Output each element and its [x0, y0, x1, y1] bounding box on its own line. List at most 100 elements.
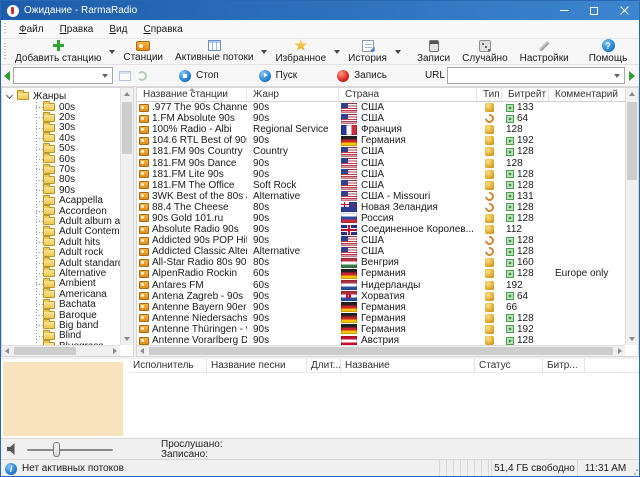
tree-item-genre[interactable]: 70s: [2, 164, 120, 174]
scrollbar-thumb[interactable]: [122, 102, 132, 154]
column-header[interactable]: Название: [341, 359, 475, 372]
play-button[interactable]: Пуск: [251, 68, 305, 84]
next-arrow-icon[interactable]: [629, 71, 635, 81]
column-header[interactable]: Название станции: [137, 88, 247, 101]
scroll-up-icon[interactable]: [629, 92, 635, 96]
record-button[interactable]: Запись: [329, 68, 395, 84]
tree-item-genre[interactable]: Baroque: [2, 310, 120, 320]
scroll-up-icon[interactable]: [124, 92, 130, 96]
station-row[interactable]: 88.4 The Cheese 80s Новая Зеландия 128: [137, 202, 625, 213]
station-row[interactable]: Antenne Bayern 90er ... 90s Германия 66: [137, 302, 625, 313]
tree-item-genre[interactable]: Adult hits: [2, 237, 120, 247]
minimize-button[interactable]: [549, 1, 579, 20]
station-row[interactable]: Antenne Thüringen - 9... 90s Германия 19…: [137, 324, 625, 335]
volume-slider-thumb[interactable]: [53, 442, 60, 457]
tree-item-genre[interactable]: Acappella: [2, 196, 120, 206]
tree-item-genre[interactable]: Big band: [2, 320, 120, 330]
scroll-right-icon[interactable]: [618, 348, 622, 354]
chevron-down-icon[interactable]: [109, 50, 115, 54]
column-header[interactable]: Битр...: [543, 359, 585, 372]
station-row[interactable]: 181.FM The Office Soft Rock США 128: [137, 180, 625, 191]
column-header[interactable]: Тип: [477, 88, 502, 101]
column-header[interactable]: Исполнитель: [129, 359, 207, 372]
toolbar-button[interactable]: История: [342, 39, 393, 65]
tree-item-genre[interactable]: 00s: [2, 102, 120, 112]
station-row[interactable]: 100% Radio - Albi Regional Service Франц…: [137, 124, 625, 135]
toolbar-button[interactable]: Случайно: [456, 39, 514, 65]
tree-item-genre[interactable]: 60s: [2, 154, 120, 164]
speaker-icon[interactable]: [7, 443, 17, 455]
station-combobox[interactable]: [13, 67, 113, 84]
scroll-left-icon[interactable]: [5, 348, 9, 354]
station-row[interactable]: 181.FM 90s Dance 90s США 128: [137, 157, 625, 168]
tree-item-genre[interactable]: Accordeon: [2, 206, 120, 216]
url-combobox[interactable]: [447, 67, 625, 84]
toolbar-button[interactable]: Избранное: [269, 38, 332, 65]
menu-item[interactable]: Справка: [135, 22, 190, 37]
station-row[interactable]: Absolute Radio 90s 90s Соединенное Корол…: [137, 224, 625, 235]
chevron-expanded-icon[interactable]: [6, 91, 13, 98]
previous-arrow-icon[interactable]: [4, 71, 10, 81]
tree-item-genre[interactable]: Americana: [2, 289, 120, 299]
tree-item-genre[interactable]: Adult Contemporary: [2, 227, 120, 237]
station-row[interactable]: Addicted 90s POP Hits 90s США 128: [137, 235, 625, 246]
volume-slider[interactable]: [27, 449, 113, 451]
tree-horizontal-scrollbar[interactable]: [2, 345, 120, 356]
chevron-down-icon[interactable]: [395, 50, 401, 54]
station-row[interactable]: Antenne Vorarlberg Di... 90s Австрия 128: [137, 335, 625, 345]
tree-item-genre[interactable]: 90s: [2, 185, 120, 195]
toolbar-button[interactable]: Добавить станцию: [9, 38, 107, 65]
tree-item-genre[interactable]: Ambient: [2, 279, 120, 289]
toolbar-button[interactable]: ? Помощь: [583, 38, 634, 65]
toolbar-button[interactable]: Записи: [411, 39, 456, 65]
tree-item-genre[interactable]: 20s: [2, 112, 120, 122]
menu-item[interactable]: Вид: [101, 22, 135, 37]
tree-item-genre[interactable]: Adult album alterna: [2, 216, 120, 226]
column-header[interactable]: Жанр: [247, 88, 339, 101]
station-list-icon[interactable]: [119, 71, 131, 81]
stations-horizontal-scrollbar[interactable]: [137, 345, 625, 356]
toolbar-button[interactable]: Остановить все: [633, 38, 640, 65]
tree-item-genre[interactable]: Alternative: [2, 268, 120, 278]
station-row[interactable]: Addicted Classic Altern... Alternative С…: [137, 246, 625, 257]
column-header[interactable]: Битрейт: [502, 88, 549, 101]
chevron-down-icon[interactable]: [261, 50, 267, 54]
station-row[interactable]: 90s Gold 101.ru 90s Россия 128: [137, 213, 625, 224]
station-row[interactable]: Antena Zagreb - 90s 90s Хорватия 64: [137, 291, 625, 302]
tree-item-genre[interactable]: Blind: [2, 331, 120, 341]
station-row[interactable]: .977 The 90s Channel 90s США 133: [137, 102, 625, 113]
menu-item[interactable]: Файл: [11, 22, 52, 37]
scrollbar-thumb[interactable]: [14, 347, 76, 355]
tree-item-genre[interactable]: 40s: [2, 133, 120, 143]
station-row[interactable]: Antenne Niedersachse... 90s Германия 128: [137, 313, 625, 324]
maximize-button[interactable]: [579, 1, 609, 20]
station-row[interactable]: 104.6 RTL Best of 90s 90s Германия 192: [137, 135, 625, 146]
column-header[interactable]: Длит...: [307, 359, 341, 372]
tree-vertical-scrollbar[interactable]: [120, 88, 133, 345]
station-row[interactable]: AlpenRadio Rockin 60s Германия 128 Europ…: [137, 268, 625, 279]
chevron-down-icon[interactable]: [614, 74, 620, 78]
refresh-icon[interactable]: [137, 71, 147, 81]
tree-root-genres[interactable]: Жанры: [2, 90, 120, 102]
tree-item-genre[interactable]: Adult rock: [2, 247, 120, 257]
column-header[interactable]: Комментарий: [549, 88, 625, 101]
station-row[interactable]: 181.FM Lite 90s 90s США 128: [137, 169, 625, 180]
column-header[interactable]: Страна: [339, 88, 477, 101]
stations-vertical-scrollbar[interactable]: [625, 88, 638, 345]
scrollbar-thumb[interactable]: [149, 347, 613, 355]
stop-button[interactable]: Стоп: [171, 68, 227, 84]
station-row[interactable]: 3WK Best of the 80s a... Alternative США…: [137, 191, 625, 202]
chevron-down-icon[interactable]: [334, 50, 340, 54]
station-row[interactable]: 1.FM Absolute 90s 90s США 64: [137, 113, 625, 124]
toolbar-button[interactable]: Станции: [117, 40, 169, 64]
column-header[interactable]: Статус: [475, 359, 543, 372]
station-row[interactable]: 181.FM 90s Country Country США 128: [137, 146, 625, 157]
close-button[interactable]: [609, 1, 639, 20]
station-row[interactable]: Antares FM 60s Нидерланды 192: [137, 280, 625, 291]
scroll-down-icon[interactable]: [629, 337, 635, 341]
resize-grip[interactable]: [633, 460, 639, 477]
scroll-right-icon[interactable]: [113, 348, 117, 354]
tree-item-genre[interactable]: 80s: [2, 175, 120, 185]
chevron-down-icon[interactable]: [102, 74, 108, 78]
column-header[interactable]: Название песни: [207, 359, 307, 372]
